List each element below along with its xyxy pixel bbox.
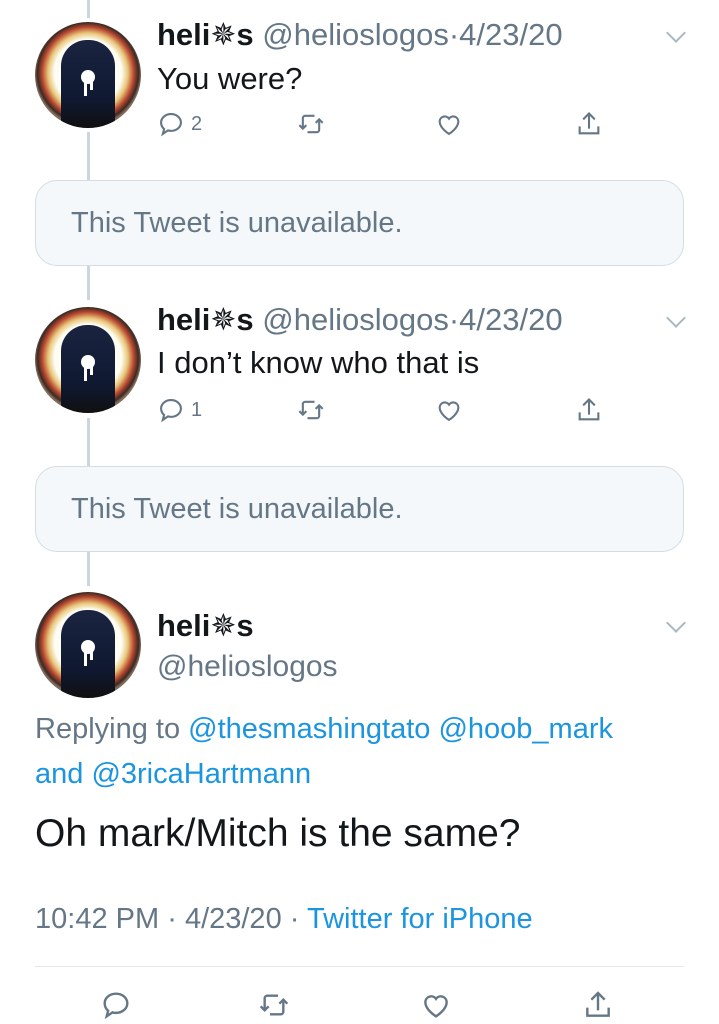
mention-link[interactable]: @thesmashingtato	[188, 713, 430, 745]
avatar[interactable]	[35, 592, 141, 698]
tweet-header: heli✵s @helioslogos·4/23/20	[157, 301, 563, 338]
retweet-button[interactable]	[258, 989, 290, 1021]
mention-link[interactable]: @3ricaHartmann	[91, 758, 311, 790]
tweet-date[interactable]: 4/23/20	[459, 302, 562, 337]
tweet-header: heli✵s @helioslogos·4/23/20	[157, 16, 563, 53]
unavailable-tweet-card: This Tweet is unavailable.	[35, 466, 684, 552]
avatar[interactable]	[35, 307, 141, 413]
reply-count: 1	[191, 398, 203, 421]
main-tweet-actions	[100, 989, 620, 1023]
retweet-icon	[259, 994, 289, 1016]
thread-line	[87, 264, 90, 300]
reply-icon	[103, 992, 129, 1020]
retweet-icon	[298, 400, 324, 420]
share-button[interactable]	[582, 989, 614, 1021]
share-button[interactable]	[575, 110, 603, 138]
tweet-date: 4/23/20	[184, 903, 282, 935]
user-handle[interactable]: @helioslogos	[262, 302, 449, 337]
reply-count: 2	[191, 112, 203, 135]
avatar[interactable]	[35, 22, 141, 128]
thread-line	[87, 132, 90, 180]
reply-icon	[160, 113, 182, 137]
like-icon	[438, 115, 460, 136]
tweet-source-link[interactable]: Twitter for iPhone	[307, 903, 533, 935]
thread-line	[87, 0, 90, 18]
tweet-text: You were?	[157, 61, 303, 96]
sun-symbol-icon: ✵	[210, 17, 237, 52]
share-icon	[578, 112, 600, 135]
replying-to: Replying to @thesmashingtato @hoob_mark	[35, 713, 613, 745]
tweet-thread: heli✵s @helioslogos·4/23/20 You were? 2 …	[0, 0, 719, 1024]
retweet-button[interactable]	[297, 110, 325, 138]
separator-dot: ·	[167, 903, 177, 935]
like-icon	[424, 995, 448, 1018]
share-icon	[578, 398, 600, 421]
display-name[interactable]: heli✵s	[157, 302, 254, 337]
tweet-actions: 1	[157, 396, 617, 430]
tweet-meta: 10:42 PM · 4/23/20 · Twitter for iPhone	[35, 903, 533, 936]
like-button[interactable]	[435, 110, 463, 138]
replying-to: and @3ricaHartmann	[35, 758, 311, 791]
divider	[35, 966, 684, 967]
reply-button[interactable]	[100, 989, 132, 1021]
tweet-time: 10:42 PM	[35, 903, 160, 935]
like-icon	[438, 401, 460, 422]
retweet-button[interactable]	[297, 396, 325, 424]
separator-dot: ·	[448, 302, 460, 337]
thread-line	[87, 550, 90, 586]
separator-dot: ·	[448, 17, 460, 52]
display-name[interactable]: heli✵s	[157, 17, 254, 52]
reply-button[interactable]: 2	[157, 110, 202, 138]
user-handle[interactable]: @helioslogos	[157, 650, 338, 684]
reply-icon	[160, 399, 182, 423]
separator-dot: ·	[289, 903, 300, 935]
chevron-down-icon[interactable]	[666, 308, 686, 328]
user-handle[interactable]: @helioslogos	[262, 17, 449, 52]
sun-symbol-icon: ✵	[210, 608, 237, 643]
share-button[interactable]	[575, 396, 603, 424]
chevron-down-icon[interactable]	[666, 613, 686, 633]
like-button[interactable]	[420, 989, 452, 1021]
unavailable-tweet-card: This Tweet is unavailable.	[35, 180, 684, 266]
tweet-actions: 2	[157, 110, 617, 144]
and-others-link[interactable]: and	[35, 758, 83, 790]
tweet-text: Oh mark/Mitch is the same?	[35, 812, 521, 855]
unavailable-text: This Tweet is unavailable.	[71, 206, 403, 239]
retweet-icon	[298, 114, 324, 134]
thread-line	[87, 418, 90, 466]
tweet-text: I don’t know who that is	[157, 345, 480, 380]
like-button[interactable]	[435, 396, 463, 424]
unavailable-text: This Tweet is unavailable.	[71, 492, 403, 525]
reply-button[interactable]: 1	[157, 396, 202, 424]
share-icon	[586, 991, 610, 1017]
sun-symbol-icon: ✵	[210, 302, 237, 337]
chevron-down-icon[interactable]	[666, 23, 686, 43]
tweet-date[interactable]: 4/23/20	[459, 17, 562, 52]
mention-link[interactable]: @hoob_mark	[438, 713, 613, 745]
display-name[interactable]: heli✵s	[157, 608, 254, 644]
